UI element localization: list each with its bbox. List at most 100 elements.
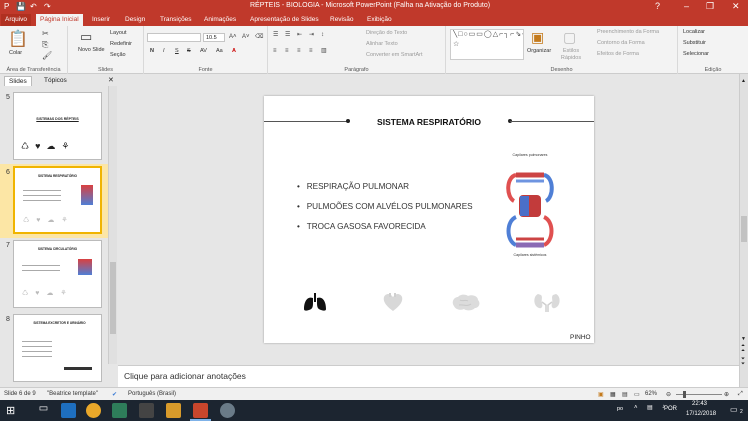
bold-button[interactable]: N — [150, 48, 154, 54]
bullet-item[interactable]: • TROCA GASOSA FAVORECIDA — [297, 222, 426, 231]
text-direction-button[interactable]: Direção do Texto — [366, 30, 407, 36]
section-button[interactable]: Seção — [110, 52, 126, 58]
zoom-level[interactable]: 62% — [645, 391, 657, 397]
save-icon[interactable]: 💾 — [16, 2, 26, 11]
tab-animacoes[interactable]: Animações — [204, 16, 236, 23]
minimize-button[interactable]: – — [684, 1, 689, 11]
powerpoint-taskbar-icon[interactable] — [193, 403, 208, 418]
reading-view-icon[interactable]: ▤ — [622, 391, 628, 398]
copy-icon[interactable]: ⎘ — [42, 41, 48, 49]
normal-view-icon[interactable]: ▣ — [598, 391, 604, 398]
tab-design[interactable]: Design — [125, 16, 145, 23]
bullet-item[interactable]: • RESPIRAÇÃO PULMONAR — [297, 182, 409, 191]
redo-icon[interactable]: ↷ — [44, 2, 51, 11]
new-slide-button[interactable]: Novo Slide — [78, 47, 105, 53]
slide-thumbnail-6[interactable]: SISTEMA RESPIRATÓRIO ♺♥☁⚘ — [13, 166, 102, 234]
bullet-item[interactable]: • PULMOÕES COM ALVÉLOS PULMONARES — [297, 202, 473, 211]
font-family-combo[interactable] — [147, 33, 201, 42]
slide-title[interactable]: SISTEMA RESPIRATÓRIO — [264, 117, 594, 127]
zoom-out-icon[interactable]: ⊖ — [666, 391, 671, 398]
tab-pagina-inicial[interactable]: Página Inicial — [36, 14, 83, 26]
quick-styles-icon[interactable]: ▢ — [563, 30, 576, 44]
select-button[interactable]: Selecionar — [683, 51, 709, 57]
scroll-down-icon[interactable]: ▼ — [741, 336, 746, 342]
notification-icon[interactable]: ▭ — [730, 405, 738, 414]
theme-name[interactable]: "Beatrice template" — [47, 391, 98, 397]
chrome-icon[interactable] — [86, 403, 101, 418]
restore-button[interactable]: ❐ — [706, 1, 714, 12]
zoom-slider-thumb[interactable] — [683, 391, 686, 398]
editor-scrollbar[interactable]: ▲ ▼ ⏶ ⏶ ⏷ ⏷ — [739, 74, 748, 387]
slide-canvas[interactable]: SISTEMA RESPIRATÓRIO • RESPIRAÇÃO PULMON… — [264, 96, 594, 343]
pane-scrollbar[interactable] — [108, 86, 117, 364]
gallery-icon[interactable] — [139, 403, 154, 418]
fit-slide-icon[interactable]: ⤢ — [738, 391, 743, 398]
align-text-button[interactable]: Alinhar Texto — [366, 41, 398, 47]
tab-inserir[interactable]: Inserir — [92, 16, 110, 23]
close-pane-icon[interactable]: ✕ — [108, 76, 114, 84]
char-spacing-button[interactable]: AV — [200, 48, 207, 54]
underline-button[interactable]: S — [175, 48, 179, 54]
shape-fill-button[interactable]: Preenchimento da Forma — [597, 29, 659, 35]
tab-exibicao[interactable]: Exibição — [367, 16, 392, 23]
next-slide-icon[interactable]: ⏷ ⏷ — [741, 357, 745, 367]
increase-indent-icon[interactable]: ⇥ — [309, 31, 314, 39]
people-icon[interactable]: ᵖᵒ — [617, 405, 623, 414]
notes-pane[interactable]: Clique para adicionar anotações — [118, 365, 739, 387]
paste-button[interactable]: Colar — [9, 50, 22, 56]
slide-thumbnail-7[interactable]: SISTEMA CIRCULATÓRIO ♺♥☁⚘ — [13, 240, 102, 308]
line-spacing-icon[interactable]: ↕ — [321, 31, 324, 39]
tab-outline-pane[interactable]: Tópicos — [40, 76, 71, 85]
reset-button[interactable]: Redefinir — [110, 41, 132, 47]
tab-apresentacao[interactable]: Apresentação de Slides — [250, 16, 319, 23]
change-case-button[interactable]: Aa — [216, 48, 223, 54]
file-explorer-icon[interactable] — [166, 403, 181, 418]
shape-effects-button[interactable]: Efeitos de Forma — [597, 51, 639, 57]
tab-arquivo[interactable]: Arquivo — [1, 14, 32, 26]
shape-outline-button[interactable]: Contorno da Forma — [597, 40, 645, 46]
tab-slides-pane[interactable]: Slides — [4, 76, 32, 86]
font-color-button[interactable]: A — [232, 48, 236, 54]
shrink-font-icon[interactable]: A˅ — [242, 33, 250, 41]
clock-time[interactable]: 22:43 — [692, 401, 707, 407]
bullets-icon[interactable]: ☰ — [273, 31, 278, 39]
italic-button[interactable]: I — [163, 48, 165, 54]
layout-button[interactable]: Layout — [110, 30, 127, 36]
new-slide-icon[interactable]: ▭ — [80, 30, 92, 43]
columns-icon[interactable]: ▥ — [321, 47, 327, 55]
tool-icon[interactable] — [220, 403, 235, 418]
arrange-button[interactable]: Organizar — [527, 48, 551, 54]
network-icon[interactable]: ▤ — [647, 404, 653, 411]
smartart-button[interactable]: Converter em SmartArt — [366, 52, 423, 58]
slide-thumbnail-5[interactable]: SISTEMAS DOS RÉPTEIS ♺♥☁⚘ — [13, 92, 102, 160]
numbering-icon[interactable]: ☰ — [285, 31, 290, 39]
align-center-icon[interactable]: ≡ — [285, 47, 289, 55]
find-button[interactable]: Localizar — [683, 29, 705, 35]
pane-scroll-thumb[interactable] — [110, 262, 116, 334]
editor-scroll-thumb[interactable] — [741, 216, 747, 242]
clock-date[interactable]: 17/12/2018 — [686, 411, 716, 417]
shapes-gallery[interactable]: ╲□○▭▭◯△⌐┐⌐⇘⇐⇒☆⁀⁀⁀{}☆ — [450, 29, 524, 60]
slide-sorter-icon[interactable]: ▦ — [610, 391, 616, 398]
tab-transicoes[interactable]: Transições — [160, 16, 192, 23]
windows-start-icon[interactable]: ⊞ — [6, 404, 15, 417]
quick-styles-button[interactable]: Estilos Rápidos — [558, 48, 584, 62]
edge-icon[interactable] — [61, 403, 76, 418]
task-view-icon[interactable]: ▭ — [36, 403, 51, 418]
scroll-up-icon[interactable]: ▲ — [741, 78, 746, 84]
tray-arrow-icon[interactable]: ˄ — [634, 405, 638, 411]
justify-icon[interactable]: ≡ — [309, 47, 313, 55]
tab-revisao[interactable]: Revisão — [330, 16, 353, 23]
strikethrough-button[interactable]: S — [187, 48, 191, 54]
align-right-icon[interactable]: ≡ — [297, 47, 301, 55]
format-painter-icon[interactable]: 🖌 — [42, 52, 52, 60]
spellcheck-icon[interactable]: ✔ — [112, 391, 117, 398]
close-button[interactable]: ✕ — [732, 1, 740, 12]
align-left-icon[interactable]: ≡ — [273, 47, 277, 55]
slideshow-icon[interactable]: ▭ — [634, 391, 640, 398]
image-viewer-icon[interactable] — [112, 403, 127, 418]
font-size-combo[interactable]: 10.5 — [203, 33, 225, 42]
arrange-icon[interactable]: ▣ — [531, 30, 544, 44]
zoom-in-icon[interactable]: ⊕ — [724, 391, 729, 398]
prev-slide-icon[interactable]: ⏶ ⏶ — [741, 344, 745, 354]
